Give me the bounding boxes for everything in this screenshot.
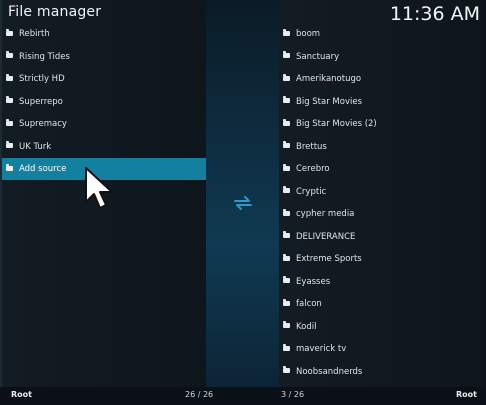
left-list-item[interactable]: Superrepo [2,91,206,113]
right-item-label: boom [296,29,321,39]
folder-icon [6,28,13,36]
left-list-item[interactable]: UK Turk [2,136,206,158]
right-item-label: Big Star Movies [296,96,363,107]
right-list-item[interactable]: Extreme Sports [279,248,484,270]
right-file-panel: boom Sanctuary Amerikanotugo Big Star Movie… [279,0,484,387]
swap-arrows-icon[interactable] [232,193,254,213]
page-title: File manager [8,4,102,20]
left-footer-count: 26 / 26 [185,390,214,399]
folder-icon [6,96,13,103]
folder-icon [6,73,13,81]
folder-icon [283,231,290,238]
right-item-label: Big Star Movies (2) [296,119,377,129]
right-item-label: falcon [296,299,322,309]
right-item-label: DELIVERANCE [296,231,356,242]
right-list-item[interactable]: Kodil [279,316,484,338]
left-edge [0,0,2,387]
right-list-item[interactable]: Big Star Movies (2) [279,113,484,135]
right-list-item[interactable]: Sanctuary [279,46,484,68]
right-list-item[interactable]: maverick tv [279,338,484,360]
folder-icon [283,186,290,193]
folder-icon [6,51,13,58]
right-list-item[interactable]: cypher media [279,203,484,225]
folder-icon [283,366,290,373]
right-list-item[interactable]: Cryptic [279,181,484,203]
right-item-label: Cryptic [296,186,327,197]
footer-bar [0,387,486,405]
left-list-item[interactable]: Strictly HD [2,68,206,90]
folder-icon [283,96,290,103]
left-item-label: UK Turk [19,141,52,152]
right-list-item[interactable]: Noobsandnerds [279,361,484,383]
folder-icon [6,118,13,126]
left-item-label: Strictly HD [19,74,65,84]
right-item-label: cypher media [296,209,355,219]
right-list-item[interactable]: Brettus [279,136,484,158]
folder-icon [283,298,290,306]
folder-icon [6,141,13,148]
folder-icon [283,208,290,216]
right-item-label: Sanctuary [296,51,340,62]
folder-icon [283,118,290,126]
right-list-item[interactable]: Cerebro [279,158,484,180]
left-item-label: Superrepo [19,96,63,107]
folder-icon [283,276,290,283]
folder-icon [283,141,290,148]
folder-icon [283,73,290,81]
folder-icon [283,321,290,328]
folder-icon [283,253,290,261]
left-item-label: Supremacy [19,119,67,129]
left-list-item[interactable]: Supremacy [2,113,206,135]
left-item-label: Rebirth [19,29,50,39]
right-list-item[interactable]: Eyasses [279,271,484,293]
left-list-item[interactable]: Rising Tides [2,46,206,68]
right-item-label: Kodil [296,321,317,332]
right-list-item[interactable]: boom [279,23,484,45]
left-item-label: Rising Tides [19,51,70,62]
left-list-item[interactable]: Rebirth [2,23,206,45]
right-item-label: Extreme Sports [296,254,362,264]
folder-icon [283,28,290,36]
left-item-label: Add source [19,164,67,174]
right-item-label: Amerikanotugo [296,74,362,84]
clock: 11:36 AM [389,3,480,25]
right-list-item[interactable]: Big Star Movies [279,91,484,113]
left-footer-path: Root [11,390,32,399]
folder-icon [283,163,290,171]
folder-icon [6,163,13,171]
right-item-label: Cerebro [296,164,330,174]
folder-icon [283,51,290,58]
right-list-item[interactable]: falcon [279,293,484,315]
right-item-label: Eyasses [296,276,331,287]
folder-icon [283,343,290,351]
right-list-item[interactable]: DELIVERANCE [279,226,484,248]
right-footer-count: 3 / 26 [281,390,305,399]
right-item-label: maverick tv [296,344,347,354]
right-item-label: Noobsandnerds [296,366,363,377]
right-footer-path: Root [456,390,477,399]
right-item-label: Brettus [296,141,327,152]
mouse-pointer-icon [85,167,113,209]
right-list-item[interactable]: Amerikanotugo [279,68,484,90]
